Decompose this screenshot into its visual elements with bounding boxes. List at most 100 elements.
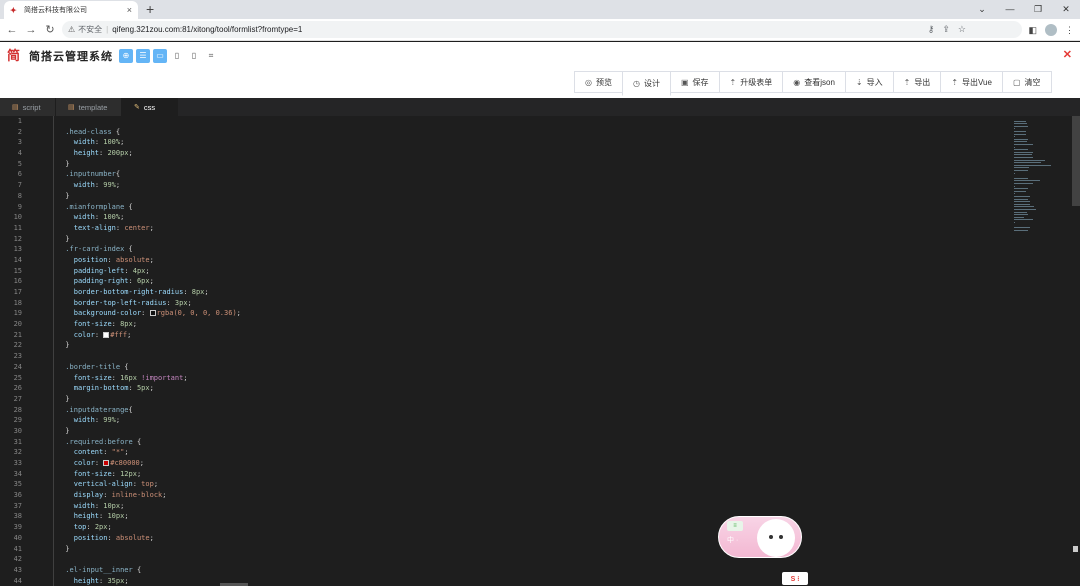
action-button-2[interactable]: ▣ 保存	[669, 71, 720, 93]
new-tab-button[interactable]: +	[146, 1, 154, 18]
code-line[interactable]: width: 100%;	[40, 137, 1000, 149]
minimap-line	[1014, 198, 1028, 200]
code-line[interactable]: background-color: rgba(0, 0, 0, 0.36);	[40, 308, 1000, 320]
code-line[interactable]: width: 10px;	[40, 500, 1000, 512]
code-line[interactable]: }	[40, 393, 1000, 405]
code-content[interactable]: .head-class { width: 100%; height: 200px…	[40, 116, 1000, 586]
browser-tab[interactable]: ✦ 简搭云科技有限公司 ×	[4, 1, 138, 19]
code-line[interactable]: height: 200px;	[40, 148, 1000, 159]
editor-tab-css[interactable]: ✎ css	[122, 98, 178, 116]
minimap-line	[1014, 177, 1028, 179]
menu-icon[interactable]: ☰	[136, 48, 150, 63]
minimap[interactable]	[1010, 116, 1072, 396]
code-line[interactable]: display: inline-block;	[40, 490, 1000, 501]
code-line[interactable]: .required:before {	[40, 436, 1000, 448]
code-token: :	[103, 491, 112, 500]
action-button-7[interactable]: ⇡ 导出Vue	[940, 71, 1003, 93]
window-close-button[interactable]: ✕	[1052, 0, 1080, 19]
code-line[interactable]: .mianformplane {	[40, 201, 1000, 213]
code-line[interactable]: height: 35px;	[40, 575, 1000, 586]
code-line[interactable]: border-top-left-radius: 3px;	[40, 297, 1000, 309]
profile-avatar[interactable]	[1045, 24, 1057, 36]
restore-button[interactable]: ❐	[1024, 0, 1052, 19]
back-icon[interactable]: ←	[5, 24, 19, 36]
code-line[interactable]: position: absolute;	[40, 532, 1000, 544]
color-swatch[interactable]	[149, 310, 156, 317]
action-button-5[interactable]: ⇣ 导入	[844, 71, 894, 93]
code-line[interactable]	[40, 116, 1000, 127]
code-line[interactable]: }	[40, 190, 1000, 202]
floating-assistant-widget[interactable]: ≡ 中 ·	[718, 516, 802, 558]
code-line[interactable]: .head-class {	[40, 126, 1000, 138]
code-line[interactable]: width: 100%;	[40, 212, 1000, 223]
key-icon[interactable]: ⚷	[928, 24, 935, 35]
action-label: 保存	[692, 77, 709, 87]
code-line[interactable]: }	[40, 543, 1000, 555]
action-button-6[interactable]: ⇡ 导出	[892, 71, 942, 93]
code-line[interactable]: .el-input__inner {	[40, 564, 1000, 576]
sidepanel-icon[interactable]: ◧	[1028, 25, 1037, 36]
share-icon[interactable]: ⇪	[942, 24, 950, 35]
code-token: rgba(0, 0, 0, 0.36)	[156, 309, 237, 318]
code-line[interactable]: top: 2px;	[40, 522, 1000, 533]
code-line[interactable]: content: "*";	[40, 447, 1000, 458]
grid-icon[interactable]: ⌗	[204, 49, 218, 63]
code-line[interactable]: font-size: 12px;	[40, 468, 1000, 480]
code-line[interactable]: .fr-card-index {	[40, 244, 1000, 255]
action-button-1[interactable]: ◷ 设计	[621, 71, 671, 96]
editor-tab-script[interactable]: ▤ script	[0, 98, 56, 116]
code-line[interactable]: border-bottom-right-radius: 8px;	[40, 287, 1000, 298]
action-button-4[interactable]: ◉ 查看json	[782, 71, 846, 93]
more-menu-icon[interactable]: ⋮	[1065, 25, 1074, 36]
action-button-3[interactable]: ⇡ 升级表单	[718, 71, 784, 93]
monitor-icon[interactable]: ▭	[153, 48, 167, 63]
phone-icon[interactable]: ▯	[187, 49, 201, 63]
code-line[interactable]: color: #c80000;	[40, 458, 1000, 469]
code-line[interactable]: position: absolute;	[40, 254, 1000, 266]
tab-search-icon[interactable]: ⌄	[968, 0, 996, 19]
code-line[interactable]: vertical-align: top;	[40, 479, 1000, 491]
code-line[interactable]: }	[40, 158, 1000, 170]
ime-indicator[interactable]: S ⁝	[782, 572, 808, 585]
tab-close-icon[interactable]: ×	[127, 5, 132, 15]
code-line[interactable]	[40, 351, 1000, 362]
reload-icon[interactable]: ↻	[43, 23, 57, 36]
minimize-button[interactable]: —	[996, 0, 1024, 19]
code-line[interactable]: font-size: 16px !important;	[40, 372, 1000, 384]
bookmark-star-icon[interactable]: ☆	[958, 24, 966, 35]
vertical-scrollbar[interactable]	[1072, 116, 1080, 206]
close-icon[interactable]: ✕	[1063, 48, 1072, 61]
code-line[interactable]: }	[40, 340, 1000, 352]
address-bar[interactable]: ⚠ 不安全 | qifeng.321zou.com:81/xitong/tool…	[62, 21, 1022, 38]
code-line[interactable]: padding-left: 4px;	[40, 265, 1000, 277]
color-swatch[interactable]	[103, 331, 110, 338]
code-editor[interactable]: 1 2 3 4 5 6 7 8 9 10 11 12 13 14 15 16 17 18 19 20 21 22 23 24 2…	[0, 116, 1080, 586]
code-line[interactable]: margin-bottom: 5px;	[40, 383, 1000, 394]
warning-icon[interactable]: ⚠	[68, 25, 75, 34]
forward-icon[interactable]: →	[24, 24, 38, 36]
code-line[interactable]: }	[40, 425, 1000, 437]
code-line[interactable]: color: #fff;	[40, 329, 1000, 341]
code-line[interactable]: text-align: center;	[40, 222, 1000, 234]
globe-icon[interactable]: ⊕	[119, 48, 133, 63]
code-line[interactable]: .inputnumber{	[40, 169, 1000, 181]
url-text[interactable]: qifeng.321zou.com:81/xitong/tool/formlis…	[112, 25, 302, 34]
editor-tab-template[interactable]: ▤ template	[56, 98, 122, 116]
indent-guide	[53, 575, 54, 586]
line-number: 8	[17, 191, 22, 200]
code-line[interactable]: height: 10px;	[40, 511, 1000, 523]
code-line[interactable]: .inputdaterange{	[40, 404, 1000, 416]
color-swatch[interactable]	[103, 460, 110, 466]
code-line[interactable]: padding-right: 6px;	[40, 276, 1000, 287]
code-line[interactable]	[40, 554, 1000, 565]
tablet-icon[interactable]: ▯	[170, 49, 184, 63]
code-line[interactable]: width: 99%;	[40, 415, 1000, 426]
code-line[interactable]: }	[40, 233, 1000, 245]
action-button-0[interactable]: ◎ 预览	[574, 71, 623, 93]
code-line[interactable]: width: 99%;	[40, 180, 1000, 191]
code-line[interactable]: .border-title {	[40, 361, 1000, 373]
code-line[interactable]: font-size: 8px;	[40, 319, 1000, 330]
action-button-8[interactable]: ▢ 清空	[1001, 71, 1052, 93]
action-label: 导入	[866, 77, 883, 87]
code-token: #c80000	[110, 459, 140, 467]
